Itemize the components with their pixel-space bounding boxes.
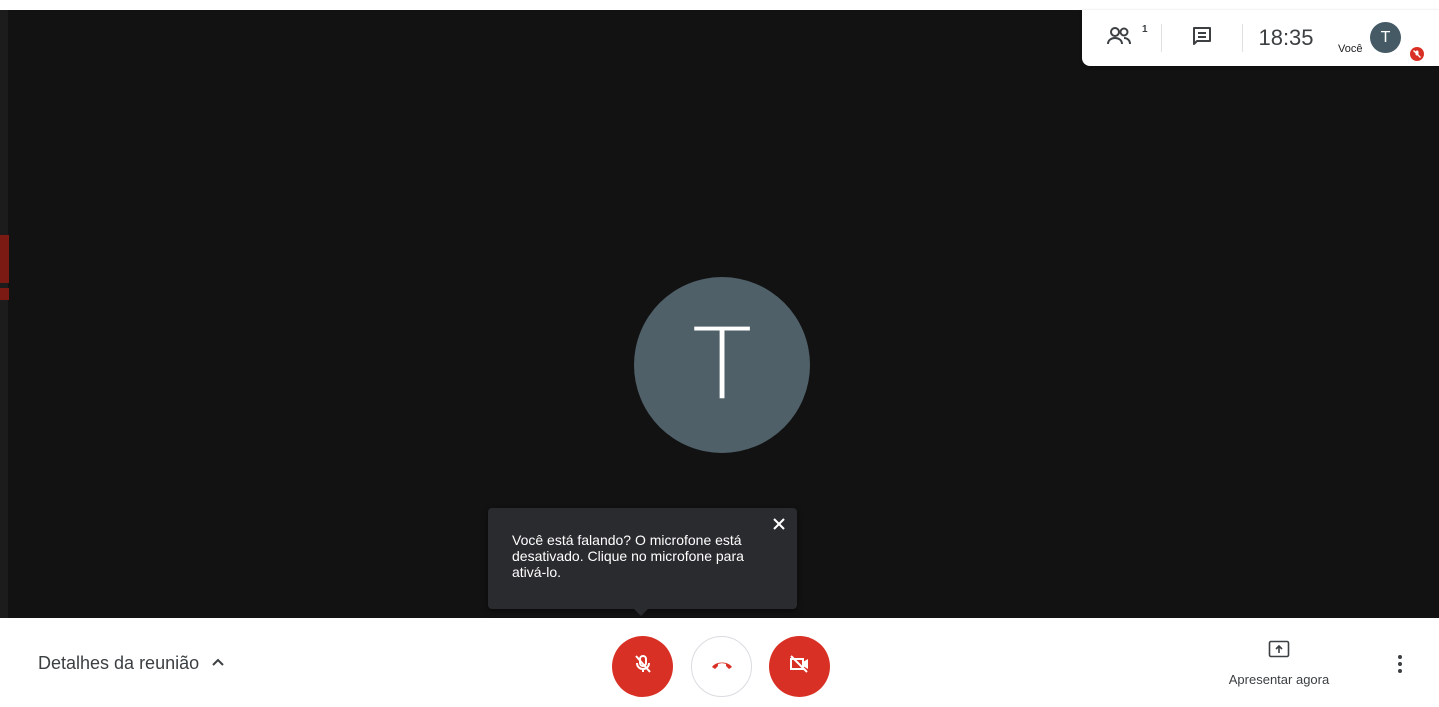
divider [1242, 24, 1243, 52]
close-button[interactable] [769, 516, 789, 536]
more-vertical-icon [1397, 654, 1403, 679]
divider [1161, 24, 1162, 52]
self-label: Você [1338, 43, 1363, 55]
tooltip-arrow [634, 609, 648, 616]
camera-toggle-button[interactable] [769, 636, 830, 697]
chevron-up-icon [211, 654, 225, 672]
top-right-panel: 1 18:35 Você T [1082, 10, 1439, 66]
edge-indicator [0, 235, 9, 283]
avatar: T [1370, 22, 1401, 53]
more-options-button[interactable] [1390, 654, 1410, 678]
chat-icon [1191, 25, 1213, 52]
participant-avatar: T [634, 277, 810, 453]
clock-time: 18:35 [1258, 25, 1314, 50]
bottom-control-bar: Detalhes da reunião Apresentar agora [10, 618, 1439, 707]
edge-indicator [0, 288, 9, 300]
camera-off-icon [788, 653, 812, 680]
present-now-button[interactable]: Apresentar agora [1214, 640, 1344, 690]
participants-button[interactable]: 1 [1096, 10, 1148, 66]
self-tile[interactable]: Você T [1334, 10, 1439, 66]
participants-count: 1 [1142, 24, 1148, 35]
meeting-details-button[interactable]: Detalhes da reunião [38, 648, 225, 678]
hang-up-icon [710, 658, 734, 676]
mic-off-icon [632, 653, 654, 680]
present-now-label: Apresentar agora [1228, 672, 1330, 687]
present-screen-icon [1268, 640, 1290, 663]
left-edge [0, 10, 8, 618]
close-icon [773, 517, 785, 535]
hang-up-button[interactable] [691, 636, 752, 697]
mic-muted-tooltip: Você está falando? O microfone está desa… [488, 508, 797, 616]
mic-off-icon [1410, 47, 1424, 61]
tooltip-text: Você está falando? O microfone está desa… [512, 532, 744, 580]
chat-button[interactable] [1178, 10, 1226, 66]
people-icon [1107, 25, 1133, 52]
meeting-details-label: Detalhes da reunião [38, 652, 200, 673]
mic-toggle-button[interactable] [612, 636, 673, 697]
